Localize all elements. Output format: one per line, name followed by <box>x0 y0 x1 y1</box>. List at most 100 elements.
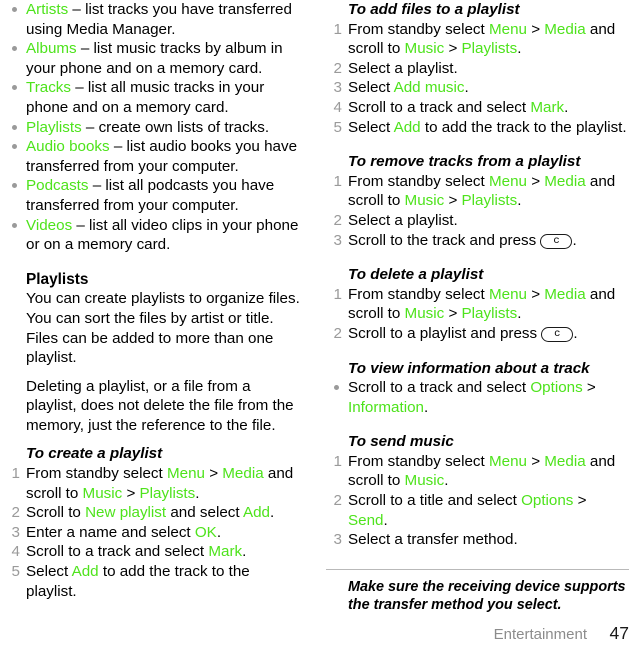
media-category-description: – create own lists of tracks. <box>81 118 270 136</box>
step-number: 1 <box>333 285 342 303</box>
step-number: 1 <box>11 465 20 483</box>
step-text: Scroll to a track and select <box>348 98 531 116</box>
step-number: 3 <box>333 79 342 97</box>
menu-path-token: Playlists <box>139 484 196 502</box>
step-text: . <box>564 98 569 116</box>
menu-path-token: Menu <box>166 465 205 483</box>
menu-path-token: Media <box>544 452 586 470</box>
step-text: From standby select <box>26 465 167 483</box>
procedure-step: 2 Scroll to New playlist and select Add. <box>4 503 302 523</box>
bullet-dot-icon <box>12 46 17 52</box>
right-column: To add files to a playlist 1 From standby… <box>318 0 637 650</box>
footer-page-number: 47 <box>609 623 629 643</box>
step-text: > <box>582 379 596 397</box>
procedure-steps-send-music: 1 From standby select Menu > Media and sc… <box>326 452 629 550</box>
menu-path-token: Music <box>82 484 123 502</box>
procedure-step: 1 From standby select Menu > Media and sc… <box>326 452 629 491</box>
clear-key-icon: c <box>540 233 573 249</box>
step-number: 3 <box>333 231 342 249</box>
step-number: 1 <box>333 20 342 38</box>
step-text: Scroll to a track and select <box>348 379 531 397</box>
playlists-heading: Playlists <box>26 270 89 288</box>
step-text: to add the track to the playlist. <box>420 118 627 136</box>
menu-path-token: Mark <box>208 543 243 561</box>
media-category-item: Artists – list tracks you have transferr… <box>4 0 302 39</box>
step-text: Select <box>348 118 394 136</box>
step-text: . <box>383 511 388 529</box>
menu-path-token: Menu <box>488 172 527 190</box>
step-number: 4 <box>11 543 20 561</box>
manual-page: Artists – list tracks you have transferr… <box>0 0 637 650</box>
procedure-heading-delete-playlist: To delete a playlist <box>348 266 484 284</box>
menu-path-token: Send <box>348 511 384 529</box>
left-column: Artists – list tracks you have transferr… <box>0 0 318 650</box>
menu-path-token: Media <box>544 20 586 38</box>
procedure-step: 2 Select a playlist. <box>326 211 629 231</box>
procedure-step: 3 Select a transfer method. <box>326 530 629 550</box>
step-number: 2 <box>333 324 342 342</box>
media-category-item: Albums – list music tracks by album in y… <box>4 39 302 78</box>
menu-path-token: Menu <box>488 285 527 303</box>
procedure-step: Scroll to a track and select Options > I… <box>326 378 629 417</box>
procedure-steps-view-info: Scroll to a track and select Options > I… <box>326 378 629 417</box>
step-number: 5 <box>11 563 20 581</box>
step-text: Scroll to <box>26 504 86 522</box>
step-text: > <box>444 192 462 210</box>
procedure-step: 4 Scroll to a track and select Mark. <box>326 98 629 118</box>
clear-key-icon: c <box>541 326 574 342</box>
footer-chapter-name: Entertainment <box>493 626 587 643</box>
procedure-step: 2 Select a playlist. <box>326 59 629 79</box>
step-number: 4 <box>333 98 342 116</box>
step-text: . <box>517 192 522 210</box>
menu-path-token: OK <box>194 523 217 541</box>
menu-path-token: Information <box>348 398 424 416</box>
procedure-heading-send-music: To send music <box>348 433 454 451</box>
menu-path-token: Mark <box>530 98 565 116</box>
step-text: Select a playlist. <box>348 211 458 229</box>
menu-path-token: New playlist <box>85 504 167 522</box>
step-number: 2 <box>333 211 342 229</box>
note-box: Make sure the receiving device supports … <box>326 578 629 615</box>
media-category-item: Tracks – list all music tracks in your p… <box>4 78 302 117</box>
page-footer: Entertainment 47 <box>494 623 629 644</box>
step-text: Select <box>26 563 72 581</box>
step-text: . <box>517 40 522 58</box>
bullet-dot-icon <box>12 85 17 91</box>
procedure-steps-add-files: 1 From standby select Menu > Media and sc… <box>326 20 629 138</box>
step-text: From standby select <box>348 172 489 190</box>
step-text: > <box>526 172 545 190</box>
media-category-name: Tracks <box>26 79 71 97</box>
media-category-name: Playlists <box>26 118 82 136</box>
exclamation-icon <box>330 579 337 598</box>
procedure-steps-delete-playlist: 1 From standby select Menu > Media and sc… <box>326 285 629 344</box>
menu-path-token: Media <box>544 285 586 303</box>
step-text: Select a transfer method. <box>348 531 518 549</box>
step-text: . <box>423 398 429 416</box>
step-text: Scroll to a title and select <box>348 492 522 510</box>
step-number: 2 <box>11 504 20 522</box>
procedure-step: 4 Scroll to a track and select Mark. <box>4 542 302 562</box>
step-text: and select <box>166 504 243 522</box>
menu-path-token: Music <box>404 472 445 490</box>
menu-path-token: Add <box>242 504 270 522</box>
note-divider <box>326 568 629 570</box>
procedure-heading-remove-tracks: To remove tracks from a playlist <box>348 153 581 171</box>
procedure-step: 1 From standby select Menu > Media and sc… <box>326 20 629 59</box>
step-number: 1 <box>333 172 342 190</box>
menu-path-token: Options <box>530 379 583 397</box>
media-category-item: Audio books – list audio books you have … <box>4 137 302 176</box>
two-column-layout: Artists – list tracks you have transferr… <box>0 0 637 650</box>
playlists-paragraph-2: Deleting a playlist, or a file from a pl… <box>26 377 294 434</box>
menu-path-token: Playlists <box>461 40 518 58</box>
procedure-steps-create-playlist: 1 From standby select Menu > Media and sc… <box>4 464 302 601</box>
step-number: 3 <box>11 523 20 541</box>
procedure-step: 3 Select Add music. <box>326 78 629 98</box>
bullet-dot-icon <box>12 144 17 150</box>
menu-path-token: Music <box>404 305 445 323</box>
step-text: > <box>122 484 140 502</box>
media-category-item: Playlists – create own lists of tracks. <box>4 118 302 138</box>
